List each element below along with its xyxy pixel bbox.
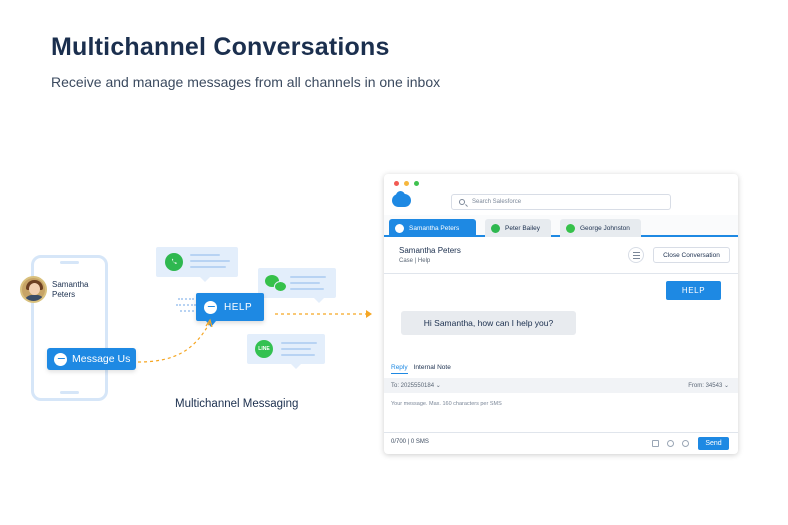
- conversation-header: Samantha Peters Case | Help Close Conver…: [384, 239, 738, 274]
- tab-reply[interactable]: Reply: [391, 364, 408, 374]
- messenger-icon: [395, 223, 404, 233]
- attachment-icon[interactable]: [667, 440, 674, 447]
- search-icon: [459, 199, 465, 205]
- window-controls: [394, 181, 419, 186]
- from-selector[interactable]: From: 34543 ⌄: [688, 382, 729, 389]
- emoji-icon[interactable]: [682, 440, 689, 447]
- maximize-dot[interactable]: [414, 181, 419, 186]
- chevron-down-icon: ⌄: [435, 383, 441, 389]
- conversation-subtitle: Case | Help: [399, 258, 431, 264]
- search-input[interactable]: Search Salesforce: [451, 194, 671, 210]
- to-selector[interactable]: To: 2025550184 ⌄: [391, 382, 441, 389]
- console-window: Search Salesforce Samantha Peters Peter …: [384, 174, 738, 454]
- tab-internal-note[interactable]: Internal Note: [414, 364, 451, 374]
- close-conversation-button[interactable]: Close Conversation: [653, 247, 730, 263]
- tab-samantha-peters[interactable]: Samantha Peters: [389, 219, 476, 237]
- chevron-down-icon: ⌄: [723, 383, 729, 389]
- reply-tabs: Reply Internal Note: [391, 364, 451, 374]
- quick-text-icon[interactable]: [652, 440, 659, 447]
- tab-label: Peter Bailey: [505, 224, 541, 232]
- agent-message: HELP: [666, 281, 721, 300]
- send-button[interactable]: Send: [698, 437, 729, 450]
- tab-label: Samantha Peters: [409, 224, 460, 232]
- tab-peter-bailey[interactable]: Peter Bailey: [485, 219, 551, 237]
- recipient-bar: To: 2025550184 ⌄ From: 34543 ⌄: [384, 378, 738, 393]
- close-dot[interactable]: [394, 181, 399, 186]
- tab-label: George Johnston: [580, 224, 630, 232]
- tab-george-johnston[interactable]: George Johnston: [560, 219, 641, 237]
- customer-message: Hi Samantha, how can I help you?: [401, 311, 576, 335]
- search-placeholder: Search Salesforce: [472, 199, 522, 205]
- console-tabbar: Samantha Peters Peter Bailey George John…: [384, 215, 738, 237]
- wechat-icon: [566, 223, 575, 233]
- menu-button[interactable]: [628, 247, 644, 263]
- salesforce-logo-icon: [392, 191, 411, 207]
- conversation-name: Samantha Peters: [399, 246, 461, 255]
- message-compose-field[interactable]: Your message. Max. 160 characters per SM…: [391, 401, 502, 407]
- character-counter: 0/700 | 0 SMS: [391, 439, 429, 445]
- minimize-dot[interactable]: [404, 181, 409, 186]
- compose-footer: 0/700 | 0 SMS Send: [384, 432, 738, 454]
- illustration-caption: Multichannel Messaging: [175, 398, 299, 410]
- whatsapp-icon: [491, 223, 500, 233]
